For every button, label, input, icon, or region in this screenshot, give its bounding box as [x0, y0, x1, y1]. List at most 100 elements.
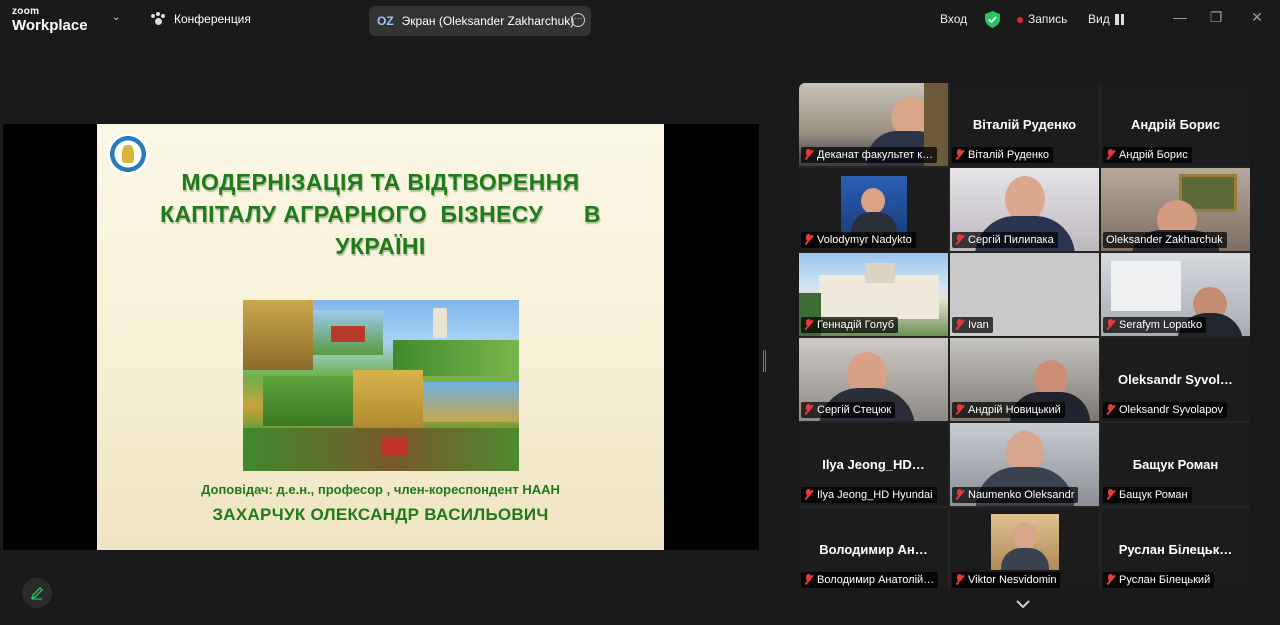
participant-name-label: Naumenko Oleksandr — [952, 487, 1079, 503]
panel-splitter-handle[interactable] — [763, 350, 766, 372]
participant-avatar — [991, 514, 1059, 570]
record-dot-icon — [1017, 16, 1023, 23]
shield-check-icon[interactable] — [985, 11, 1000, 28]
participant-name-label: Ilya Jeong_HD Hyundai — [801, 487, 937, 503]
slide-presenter: Доповідач: д.е.н., професор , член-корес… — [201, 482, 560, 497]
mic-muted-icon — [1106, 149, 1115, 160]
participant-name: Деканат факультет к… — [817, 149, 934, 161]
participant-name: Андрій Борис — [1119, 149, 1188, 161]
participant-name-label: Viktor Nesvidomin — [952, 572, 1061, 588]
mic-muted-icon — [955, 319, 964, 330]
zoom-logo[interactable]: zoom Workplace — [12, 6, 88, 34]
participant-tile[interactable]: Геннадій Голуб — [799, 253, 948, 336]
participant-name: Serafym Lopatko — [1119, 319, 1203, 331]
logo-top-text: zoom — [12, 6, 40, 17]
meeting-info-button[interactable]: Конференция — [150, 12, 251, 26]
participant-name: Бащук Роман — [1119, 489, 1188, 501]
mic-muted-icon — [1106, 319, 1115, 330]
participant-tile[interactable]: Сергій Стецюк — [799, 338, 948, 421]
participant-tile[interactable]: Ilya Jeong_HD… Ilya Jeong_HD Hyundai — [799, 423, 948, 506]
participant-tile[interactable]: Ivan — [950, 253, 1099, 336]
participant-center-name: Oleksandr Syvol… — [1118, 372, 1233, 387]
participant-name-label: Андрій Новицький — [952, 402, 1065, 418]
participant-name-label: Oleksander Zakharchuk — [1103, 232, 1227, 248]
restore-icon[interactable]: ❐ — [1209, 10, 1223, 24]
slide-title-line: МОДЕРНІЗАЦІЯ ТА ВІДТВОРЕННЯ — [181, 169, 580, 195]
annotate-pen-button[interactable] — [22, 578, 52, 608]
mic-muted-icon — [804, 574, 813, 585]
participant-center-name: Руслан Білецьк… — [1118, 542, 1233, 557]
participant-name: Руслан Білецький — [1119, 574, 1211, 586]
mic-muted-icon — [804, 319, 813, 330]
paw-icon — [150, 12, 166, 26]
participant-tile[interactable]: Руслан Білецьк… Руслан Білецький — [1101, 508, 1250, 589]
participant-name-label: Бащук Роман — [1103, 487, 1192, 503]
participant-name: Ilya Jeong_HD Hyundai — [817, 489, 933, 501]
record-button[interactable]: Запись — [1017, 12, 1067, 26]
participant-tile[interactable]: Деканат факультет к… — [799, 83, 948, 166]
mic-muted-icon — [1106, 574, 1115, 585]
agriculture-collage-image — [243, 300, 519, 471]
participant-tile[interactable]: Volodymyr Nadykto — [799, 168, 948, 251]
participant-name-label: Андрій Борис — [1103, 147, 1192, 163]
mic-muted-icon — [955, 574, 964, 585]
pen-icon — [30, 587, 43, 600]
participant-tile[interactable]: Віталій Руденко Віталій Руденко — [950, 83, 1099, 166]
meeting-title: Конференция — [174, 12, 251, 26]
participant-tile[interactable]: Андрій Борис Андрій Борис — [1101, 83, 1250, 166]
view-grid-icon — [1114, 14, 1124, 26]
presentation-slide: МОДЕРНІЗАЦІЯ ТА ВІДТВОРЕННЯ КАПІТАЛУ АГР… — [97, 124, 664, 550]
participant-name: Володимир Анатолій… — [817, 574, 935, 586]
mic-muted-icon — [955, 149, 964, 160]
record-label: Запись — [1028, 12, 1068, 26]
mic-muted-icon — [804, 149, 813, 160]
view-label: Вид — [1088, 12, 1110, 26]
participant-name: Андрій Новицький — [968, 404, 1061, 416]
participant-center-name: Ilya Jeong_HD… — [822, 457, 925, 472]
participant-tile[interactable]: Володимир Ан… Володимир Анатолій… — [799, 508, 948, 589]
participant-name-label: Сергій Пилипака — [952, 232, 1058, 248]
participant-tile[interactable]: Андрій Новицький — [950, 338, 1099, 421]
participant-center-name: Володимир Ан… — [819, 542, 928, 557]
participant-name-label: Руслан Білецький — [1103, 572, 1215, 588]
participant-name-label: Володимир Анатолій… — [801, 572, 939, 588]
mic-muted-icon — [804, 489, 813, 500]
participant-center-name: Андрій Борис — [1130, 117, 1221, 132]
signin-button[interactable]: Вход — [940, 12, 967, 26]
view-button[interactable]: Вид — [1088, 12, 1124, 26]
participant-name: Сергій Пилипака — [968, 234, 1054, 246]
share-label: Экран (Oleksander Zakharchuk) — [401, 14, 575, 28]
title-bar: zoom Workplace ⌄ Конференция OZ Экран (O… — [0, 0, 1280, 40]
participant-tile[interactable]: Serafym Lopatko — [1101, 253, 1250, 336]
participant-tile-active-speaker[interactable]: Oleksander Zakharchuk — [1101, 168, 1250, 251]
mic-muted-icon — [1106, 404, 1115, 415]
participant-tile[interactable]: Бащук Роман Бащук Роман — [1101, 423, 1250, 506]
share-screen-pill[interactable]: OZ Экран (Oleksander Zakharchuk) ··· — [369, 6, 591, 36]
participant-name-label: Віталій Руденко — [952, 147, 1054, 163]
chevron-down-icon[interactable] — [1014, 598, 1032, 610]
chevron-down-icon[interactable]: ⌄ — [112, 12, 120, 23]
participant-center-name: Бащук Роман — [1132, 457, 1219, 472]
participant-tile[interactable]: Viktor Nesvidomin — [950, 508, 1099, 589]
participant-tile[interactable]: Oleksandr Syvol… Oleksandr Syvolapov — [1101, 338, 1250, 421]
close-icon[interactable]: ✕ — [1250, 10, 1264, 24]
participant-name: Volodymyr Nadykto — [817, 234, 912, 246]
slide-presenter-name: ЗАХАРЧУК ОЛЕКСАНДР ВАСИЛЬОВИЧ — [212, 505, 549, 524]
mic-muted-icon — [1106, 489, 1115, 500]
minimize-icon[interactable]: — — [1173, 10, 1187, 24]
participant-tile[interactable]: Naumenko Oleksandr — [950, 423, 1099, 506]
participant-name-label: Геннадій Голуб — [801, 317, 899, 333]
more-options-icon[interactable]: ··· — [571, 13, 585, 27]
participant-name-label: Oleksandr Syvolapov — [1103, 402, 1227, 418]
participant-name-label: Деканат факультет к… — [801, 147, 938, 163]
sharer-initials: OZ — [377, 14, 394, 28]
participant-name: Сергій Стецюк — [817, 404, 892, 416]
participant-name-label: Сергій Стецюк — [801, 402, 896, 418]
participant-tile[interactable]: Сергій Пилипака — [950, 168, 1099, 251]
logo-bottom-text: Workplace — [12, 17, 88, 34]
participant-name: Oleksandr Syvolapov — [1119, 404, 1223, 416]
participant-name: Viktor Nesvidomin — [968, 574, 1057, 586]
slide-title: МОДЕРНІЗАЦІЯ ТА ВІДТВОРЕННЯ КАПІТАЛУ АГР… — [97, 166, 664, 262]
participant-name: Ivan — [968, 319, 989, 331]
mic-muted-icon — [804, 404, 813, 415]
